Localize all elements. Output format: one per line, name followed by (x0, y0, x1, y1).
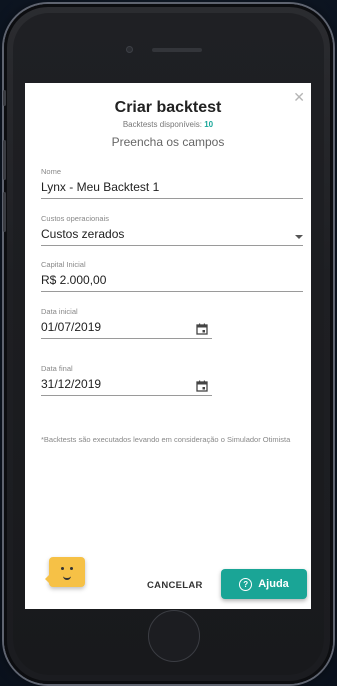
end-date-label: Data final (41, 364, 73, 373)
calendar-icon[interactable] (196, 323, 208, 335)
chat-mascot-icon[interactable] (45, 557, 85, 587)
help-label: Ajuda (258, 578, 289, 590)
available-count: 10 (204, 120, 214, 129)
costs-value[interactable]: Custos zerados (41, 227, 303, 241)
available-backtests: Backtests disponíveis: 10 (25, 120, 311, 129)
simulator-note: *Backtests são executados levando em con… (41, 435, 291, 444)
dialog-subtitle: Preencha os campos (111, 135, 225, 149)
volume-down-button (3, 192, 6, 232)
help-button[interactable]: ? Ajuda (221, 569, 307, 599)
chevron-down-icon[interactable] (295, 235, 303, 239)
costs-label: Custos operacionais (41, 214, 109, 223)
start-date-field[interactable]: Data inicial 01/07/2019 (41, 307, 212, 339)
start-date-label: Data inicial (41, 307, 78, 316)
home-button[interactable] (148, 610, 200, 662)
capital-label: Capital Inicial (41, 260, 86, 269)
end-date-input[interactable]: 31/12/2019 (41, 377, 212, 391)
name-input[interactable]: Lynx - Meu Backtest 1 (41, 180, 303, 194)
start-date-input[interactable]: 01/07/2019 (41, 320, 212, 334)
front-camera (126, 46, 133, 53)
speaker-grille (152, 48, 202, 52)
end-date-field[interactable]: Data final 31/12/2019 (41, 364, 212, 396)
name-label: Nome (41, 167, 62, 176)
question-icon: ? (239, 577, 253, 591)
mute-switch (3, 90, 6, 106)
volume-up-button (3, 140, 6, 180)
costs-select[interactable]: Custos operacionais Custos zerados (41, 214, 303, 246)
dialog-title: Criar backtest (114, 99, 222, 116)
available-label: Backtests disponíveis: (122, 120, 202, 129)
name-field[interactable]: Nome Lynx - Meu Backtest 1 (41, 167, 303, 199)
capital-field[interactable]: Capital Inicial R$ 2.000,00 (41, 260, 303, 292)
cancel-button[interactable]: CANCELAR (147, 580, 203, 591)
capital-input[interactable]: R$ 2.000,00 (41, 273, 303, 287)
calendar-icon[interactable] (196, 380, 208, 392)
create-backtest-dialog: ✕ Criar backtest Backtests disponíveis: … (25, 83, 311, 609)
